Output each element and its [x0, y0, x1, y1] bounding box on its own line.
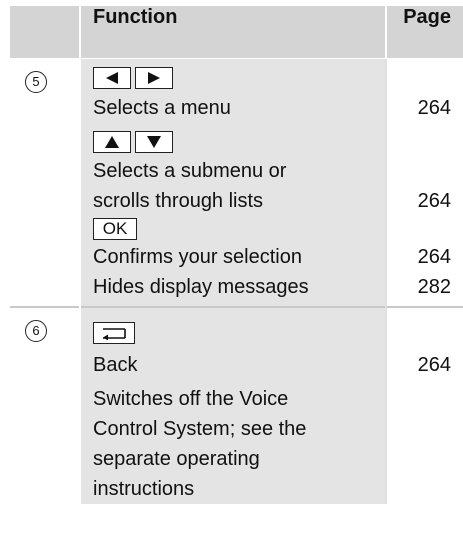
function-text: Hides display messages: [93, 276, 309, 298]
table-row: Confirms your selection 264: [10, 242, 463, 272]
arrow-left-key-icon: [93, 67, 131, 89]
circled-number: 5: [25, 71, 47, 93]
function-text: Confirms your selection: [93, 246, 302, 268]
header-index-cell: [10, 6, 80, 59]
function-text: Selects a submenu or: [93, 160, 287, 182]
header-function: Function: [79, 6, 386, 59]
arrow-right-key-icon: [135, 67, 173, 89]
table-row: Selects a menu 264: [10, 93, 463, 123]
function-text: separate operating: [93, 448, 260, 470]
group-row: 6: [10, 306, 463, 350]
arrow-down-key-icon: [135, 131, 173, 153]
circled-number: 6: [25, 320, 47, 342]
page-number: 264: [417, 354, 451, 376]
function-text: scrolls through lists: [93, 190, 264, 212]
table-row: Hides display messages 282: [10, 272, 463, 307]
page-number: 264: [417, 190, 451, 212]
table-row: Selects a submenu or scrolls through lis…: [10, 156, 463, 216]
function-text: Selects a menu: [93, 97, 231, 119]
table-row: OK: [10, 216, 463, 242]
function-table: Function Page 5 Selects a menu 264 Selec…: [10, 6, 463, 504]
table-row: Switches off the Voice Control System; s…: [10, 380, 463, 504]
header-page: Page: [385, 6, 463, 59]
table-row: Back 264: [10, 350, 463, 380]
page-number: 282: [417, 276, 451, 298]
back-key-icon: [93, 322, 135, 344]
arrow-up-key-icon: [93, 131, 131, 153]
page-number: 264: [417, 97, 451, 119]
function-text: Back: [93, 354, 138, 376]
table-header: Function Page: [10, 6, 463, 59]
ok-key: OK: [93, 218, 137, 240]
group-row: 5: [10, 58, 463, 93]
function-text: Switches off the Voice: [93, 388, 289, 410]
page-number: 264: [417, 246, 451, 268]
function-text: instructions: [93, 478, 195, 500]
table-row: [10, 123, 463, 156]
function-text: Control System; see the: [93, 418, 307, 440]
